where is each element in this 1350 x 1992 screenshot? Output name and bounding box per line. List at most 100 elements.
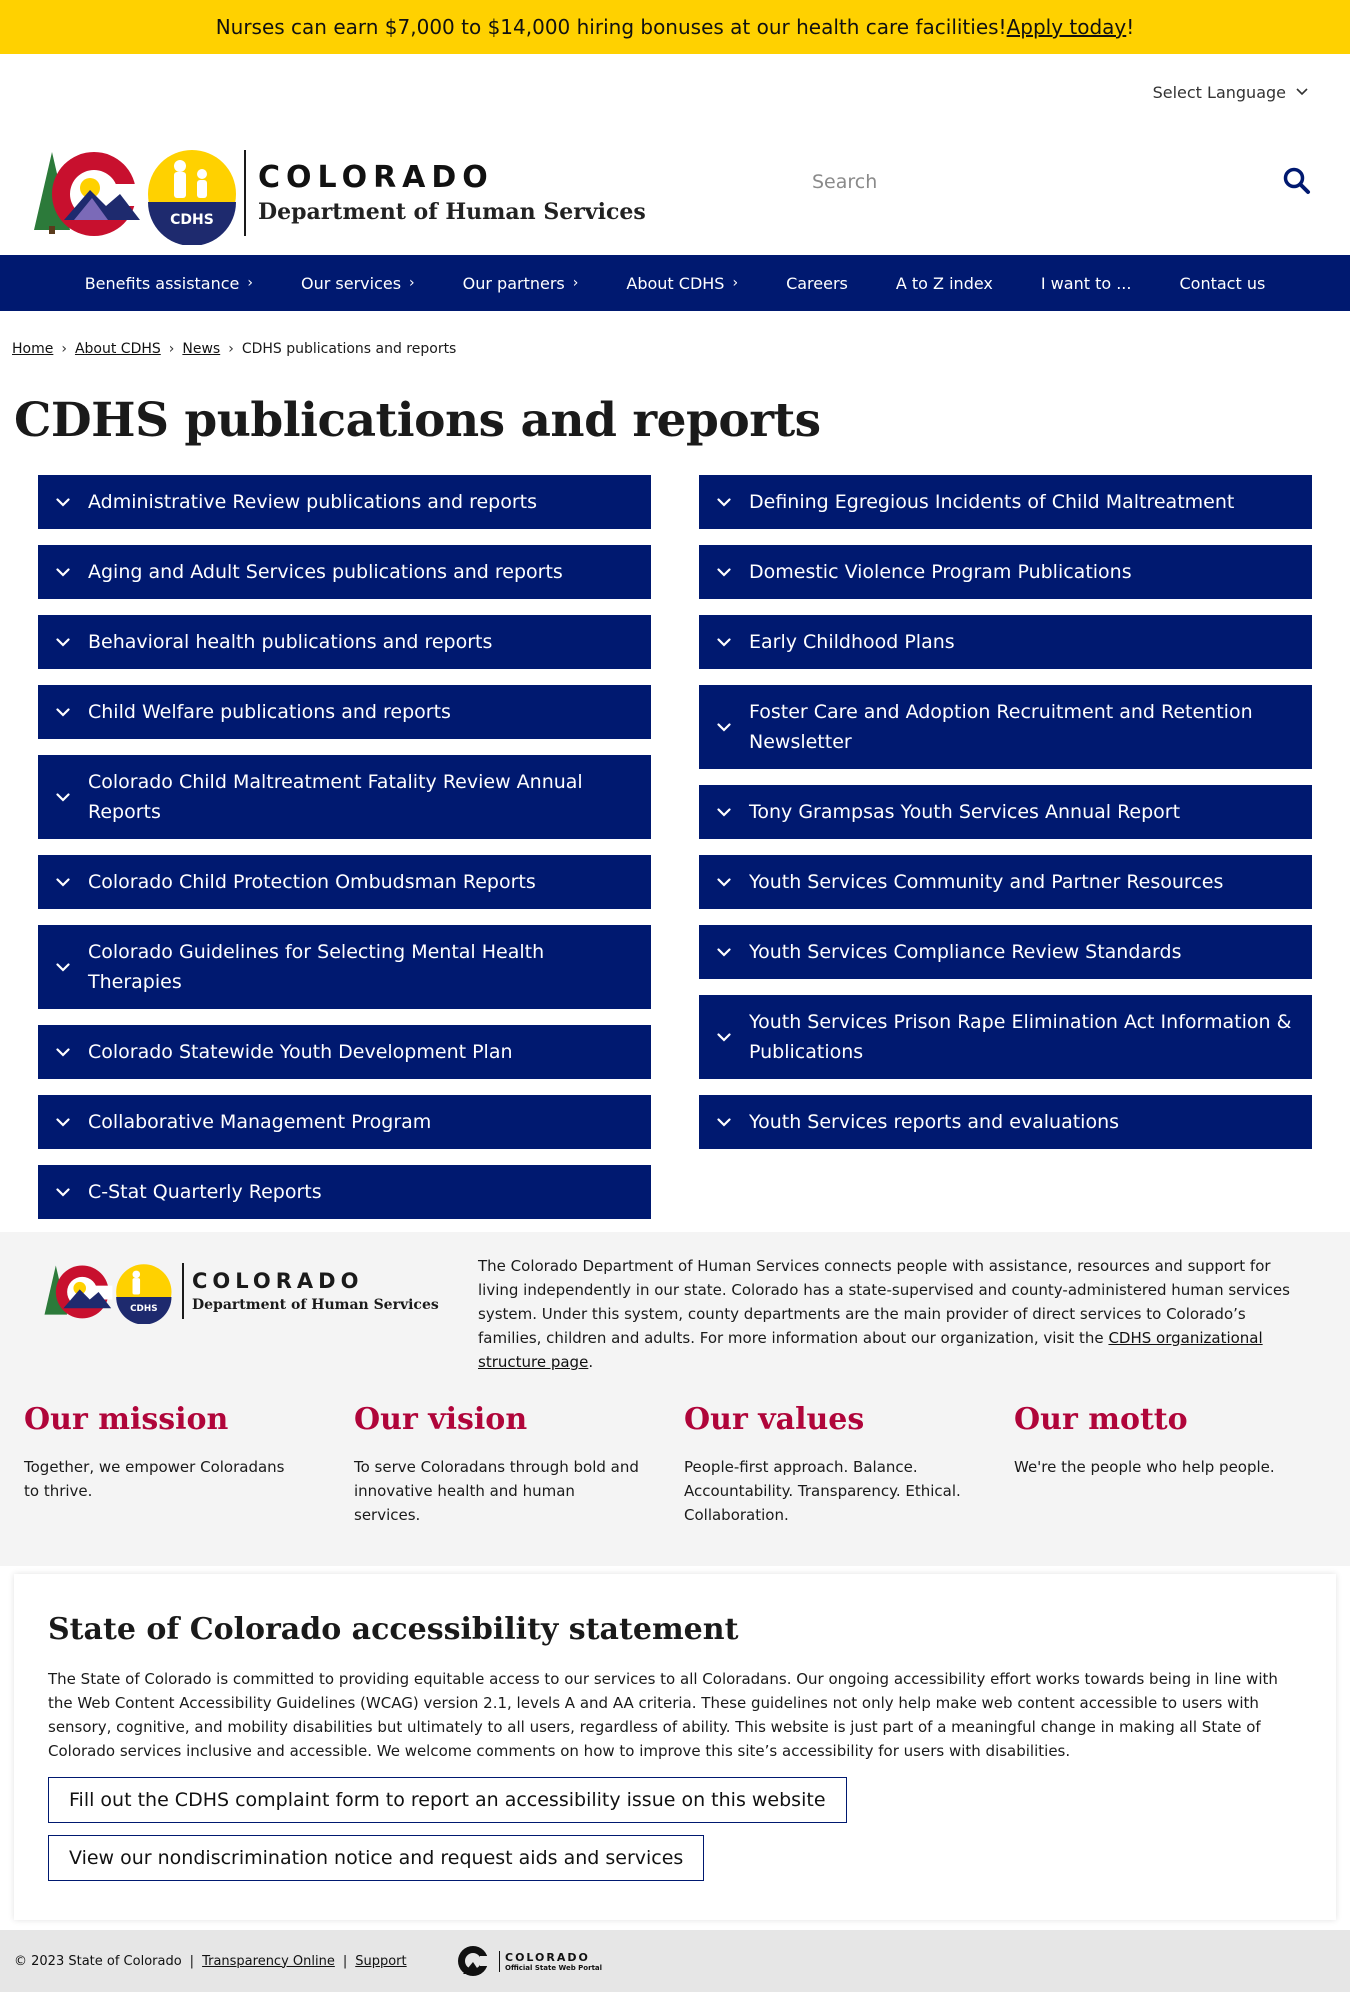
accordion-item[interactable]: Youth Services reports and evaluations [699, 1095, 1312, 1149]
chevron-down-icon [54, 707, 88, 717]
nav-item-i-want-to[interactable]: I want to ... [1017, 274, 1156, 293]
language-select-label: Select Language [1152, 82, 1286, 102]
search-icon [1283, 167, 1310, 194]
accordion-item[interactable]: Early Childhood Plans [699, 615, 1312, 669]
nav-item-our-services[interactable]: Our services › [277, 274, 439, 293]
accordion-item[interactable]: Aging and Adult Services publications an… [38, 545, 651, 599]
accordion-column-left: Administrative Review publications and r… [38, 475, 651, 1235]
mission-text: Together, we empower Coloradans to thriv… [24, 1458, 285, 1500]
vision-title: Our vision [354, 1402, 528, 1437]
breadcrumb-home[interactable]: Home [12, 341, 53, 357]
nav-item-contact-us[interactable]: Contact us [1155, 274, 1289, 293]
cdhs-logo-link[interactable]: CDHS COLORADO Department of Human Servic… [30, 140, 646, 245]
search-button[interactable] [1282, 166, 1312, 196]
vision-text: To serve Coloradans through bold and inn… [354, 1458, 639, 1524]
accordion-item[interactable]: Foster Care and Adoption Recruitment and… [699, 685, 1312, 769]
accordion-item[interactable]: Colorado Statewide Youth Development Pla… [38, 1025, 651, 1079]
mission-block: Our mission Together, we empower Colorad… [24, 1402, 324, 1503]
nav-item-label: Contact us [1179, 273, 1266, 293]
accordion-item[interactable]: Defining Egregious Incidents of Child Ma… [699, 475, 1312, 529]
breadcrumb-about[interactable]: About CDHS [75, 341, 161, 357]
chevron-down-icon [715, 807, 749, 817]
accordion-item[interactable]: Colorado Child Maltreatment Fatality Rev… [38, 755, 651, 839]
accordion-label: Colorado Guidelines for Selecting Mental… [88, 941, 545, 993]
chevron-down-icon [54, 637, 88, 647]
accordion-label: Defining Egregious Incidents of Child Ma… [749, 491, 1235, 513]
chevron-down-icon [54, 792, 88, 802]
nav-item-label: Benefits assistance [84, 273, 240, 293]
footer-info: CDHS COLORADO Department of Human Servic… [0, 1232, 1350, 1566]
language-select[interactable]: Select Language [1153, 83, 1308, 102]
chevron-down-icon [1296, 85, 1308, 99]
accordion-item[interactable]: Administrative Review publications and r… [38, 475, 651, 529]
portal-subtitle: Official State Web Portal [505, 1963, 603, 1972]
accordion-item[interactable]: Domestic Violence Program Publications [699, 545, 1312, 599]
portal-title: COLORADO [505, 1950, 590, 1964]
accordion-item[interactable]: Youth Services Compliance Review Standar… [699, 925, 1312, 979]
accordion-label: Child Welfare publications and reports [88, 701, 451, 723]
accordion-label: Aging and Adult Services publications an… [88, 561, 563, 583]
accordion-label: Youth Services Prison Rape Elimination A… [749, 1011, 1292, 1063]
chevron-down-icon [54, 1117, 88, 1127]
accordion-label: Behavioral health publications and repor… [88, 631, 493, 653]
apply-today-link[interactable]: Apply today [1007, 15, 1127, 39]
accordion-column-right: Defining Egregious Incidents of Child Ma… [699, 475, 1312, 1165]
nav-item-careers[interactable]: Careers [762, 274, 872, 293]
accordion-label: Colorado Child Maltreatment Fatality Rev… [88, 771, 583, 823]
chevron-down-icon [54, 1047, 88, 1057]
chevron-down-icon [715, 1117, 749, 1127]
chevron-down-icon [54, 497, 88, 507]
nav-item-label: A to Z index [895, 273, 993, 293]
nav-item-a-to-z-index[interactable]: A to Z index [872, 274, 1017, 293]
nav-item-benefits-assistance[interactable]: Benefits assistance › [61, 274, 277, 293]
breadcrumb-separator-icon: › [168, 341, 175, 357]
logo-text: COLORADO Department of Human Services [258, 160, 646, 225]
footer-logo-department-name: Department of Human Services [192, 1297, 439, 1313]
chevron-right-icon: › [732, 275, 739, 291]
state-portal-logo[interactable]: COLORADO Official State Web Portal [455, 1944, 602, 1978]
logo-department-name: Department of Human Services [258, 199, 646, 225]
pipe-separator: | [342, 1953, 348, 1969]
nav-item-our-partners[interactable]: Our partners › [439, 274, 603, 293]
footer-logo[interactable]: CDHS COLORADO Department of Human Servic… [38, 1258, 439, 1324]
accordion-item[interactable]: Colorado Child Protection Ombudsman Repo… [38, 855, 651, 909]
complaint-form-button[interactable]: Fill out the CDHS complaint form to repo… [48, 1777, 847, 1823]
breadcrumb-separator-icon: › [228, 341, 234, 357]
nav-item-label: About CDHS [626, 273, 725, 293]
footer-logo-text: COLORADO Department of Human Services [192, 1269, 439, 1313]
accordion-item[interactable]: Child Welfare publications and reports [38, 685, 651, 739]
accordion-item[interactable]: Tony Grampsas Youth Services Annual Repo… [699, 785, 1312, 839]
page-title: CDHS publications and reports [14, 393, 821, 448]
accordion-item[interactable]: Youth Services Community and Partner Res… [699, 855, 1312, 909]
hiring-banner: Nurses can earn $7,000 to $14,000 hiring… [0, 0, 1350, 54]
nav-item-about-cdhs[interactable]: About CDHS › [602, 274, 762, 293]
accordion-item[interactable]: Collaborative Management Program [38, 1095, 651, 1149]
portal-logo-text: COLORADO Official State Web Portal [499, 1950, 603, 1972]
copyright-text: © 2023 State of Colorado [14, 1953, 182, 1969]
accordion-item[interactable]: C-Stat Quarterly Reports [38, 1165, 651, 1219]
nav-item-label: Our services [301, 273, 402, 293]
site-header: CDHS COLORADO Department of Human Servic… [0, 130, 1350, 255]
accordion-item[interactable]: Colorado Guidelines for Selecting Mental… [38, 925, 651, 1009]
search-input[interactable] [790, 171, 1250, 193]
accordion-label: C-Stat Quarterly Reports [88, 1181, 322, 1203]
nondiscrimination-notice-button[interactable]: View our nondiscrimination notice and re… [48, 1835, 705, 1881]
footer-logo-divider [182, 1263, 184, 1319]
chevron-down-icon [715, 722, 749, 732]
accordion-item[interactable]: Behavioral health publications and repor… [38, 615, 651, 669]
accordion-label: Foster Care and Adoption Recruitment and… [749, 701, 1253, 753]
svg-text:CDHS: CDHS [170, 212, 214, 228]
motto-title: Our motto [1014, 1402, 1188, 1437]
support-link[interactable]: Support [355, 1954, 406, 1969]
chevron-down-icon [54, 877, 88, 887]
accordion-item[interactable]: Youth Services Prison Rape Elimination A… [699, 995, 1312, 1079]
breadcrumb-news[interactable]: News [182, 341, 220, 357]
accordion-label: Youth Services reports and evaluations [749, 1111, 1120, 1133]
accessibility-text: The State of Colorado is committed to pr… [48, 1670, 1278, 1760]
chevron-down-icon [715, 497, 749, 507]
breadcrumb: Home › About CDHS › News › CDHS publicat… [0, 311, 1350, 361]
chevron-down-icon [54, 962, 88, 972]
chevron-down-icon [715, 637, 749, 647]
footer-about-suffix: . [588, 1353, 594, 1371]
transparency-online-link[interactable]: Transparency Online [202, 1954, 335, 1969]
